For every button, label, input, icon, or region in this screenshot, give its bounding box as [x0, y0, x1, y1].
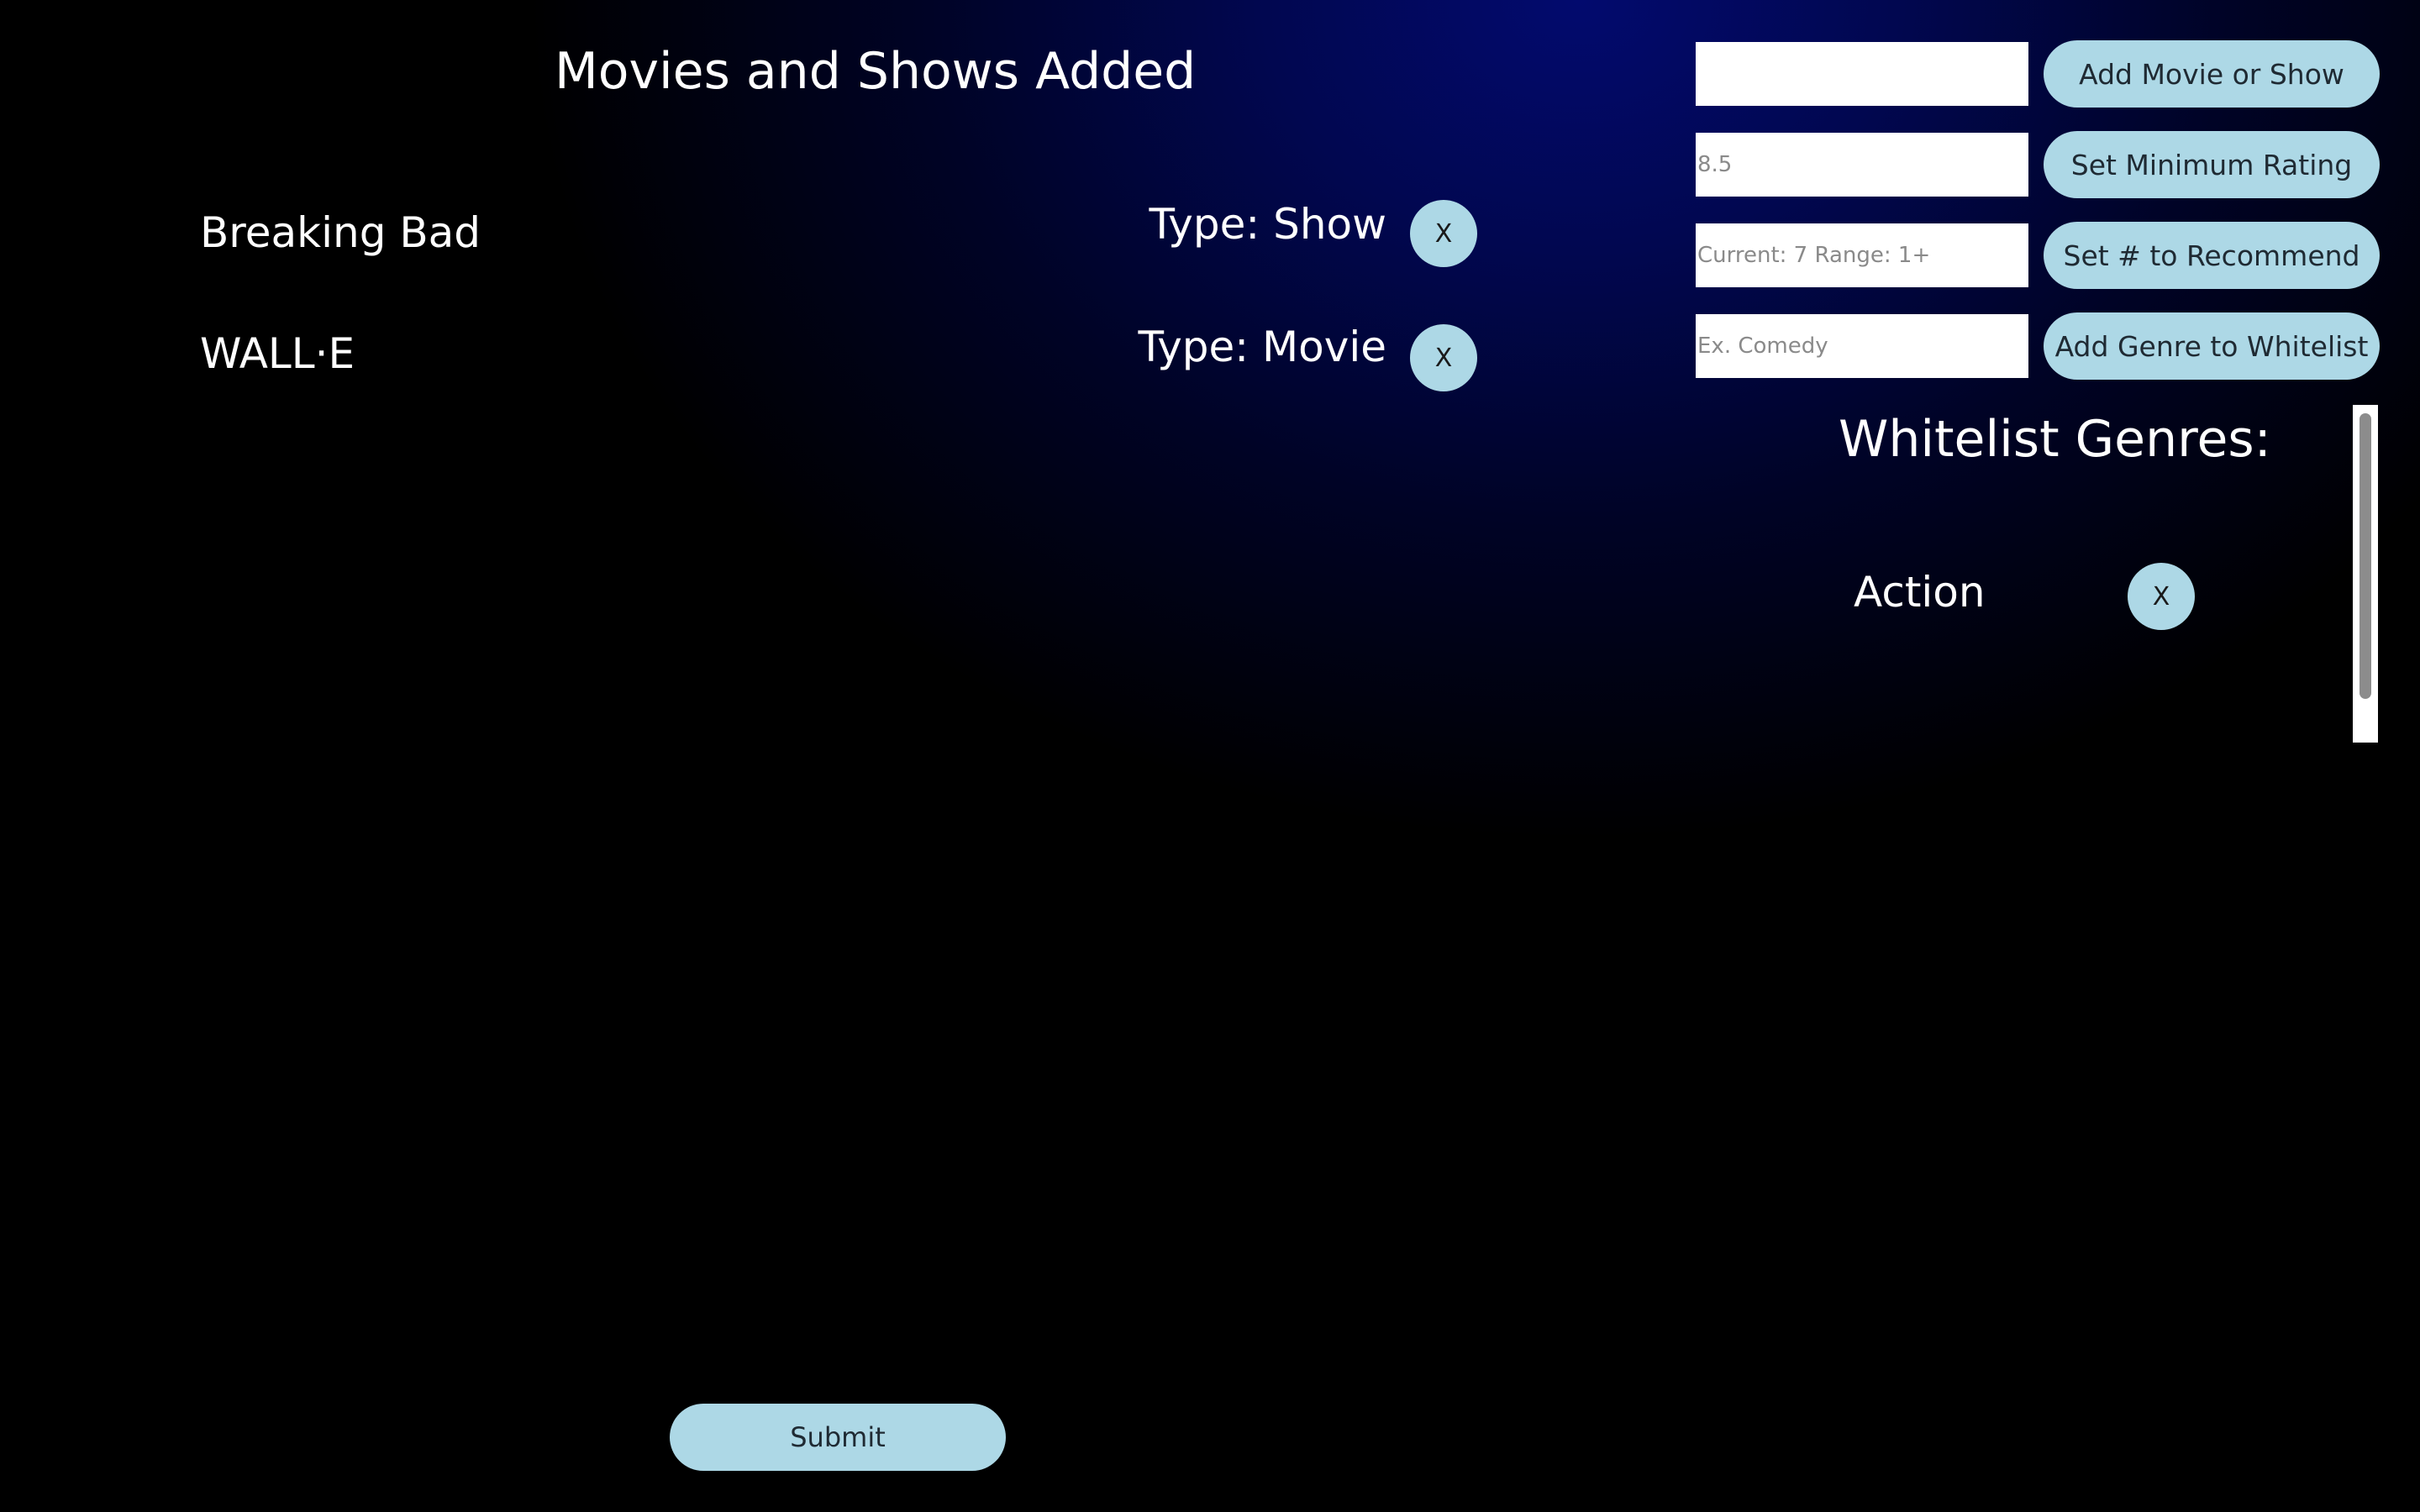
- item-type: Type: Movie: [1138, 323, 1386, 371]
- item-title: Breaking Bad: [200, 208, 481, 257]
- list-item: WALL·E Type: Movie X: [0, 318, 1512, 402]
- remove-item-button[interactable]: X: [1410, 200, 1477, 267]
- recommend-count-input[interactable]: [1696, 223, 2028, 287]
- add-movie-or-show-button[interactable]: Add Movie or Show: [2044, 40, 2380, 108]
- title-input[interactable]: [1696, 42, 2028, 106]
- remove-item-button[interactable]: X: [1410, 324, 1477, 391]
- genre-name: Action: [1854, 568, 1986, 617]
- min-rating-input[interactable]: [1696, 133, 2028, 197]
- scrollbar-thumb[interactable]: [2360, 413, 2371, 699]
- whitelist-panel: Whitelist Genres: Action X: [1807, 403, 2386, 743]
- item-type: Type: Show: [1149, 200, 1387, 249]
- submit-button[interactable]: Submit: [670, 1404, 1006, 1471]
- whitelist-title: Whitelist Genres:: [1839, 410, 2271, 469]
- remove-genre-button[interactable]: X: [2128, 563, 2195, 630]
- genre-input[interactable]: [1696, 314, 2028, 378]
- set-minimum-rating-button[interactable]: Set Minimum Rating: [2044, 131, 2380, 198]
- whitelist-scrollbar[interactable]: [2353, 405, 2378, 743]
- item-title: WALL·E: [200, 329, 355, 378]
- page-title: Movies and Shows Added: [555, 42, 1197, 101]
- add-genre-button[interactable]: Add Genre to Whitelist: [2044, 312, 2380, 380]
- list-item: Breaking Bad Type: Show X: [0, 193, 1512, 277]
- set-recommend-count-button[interactable]: Set # to Recommend: [2044, 222, 2380, 289]
